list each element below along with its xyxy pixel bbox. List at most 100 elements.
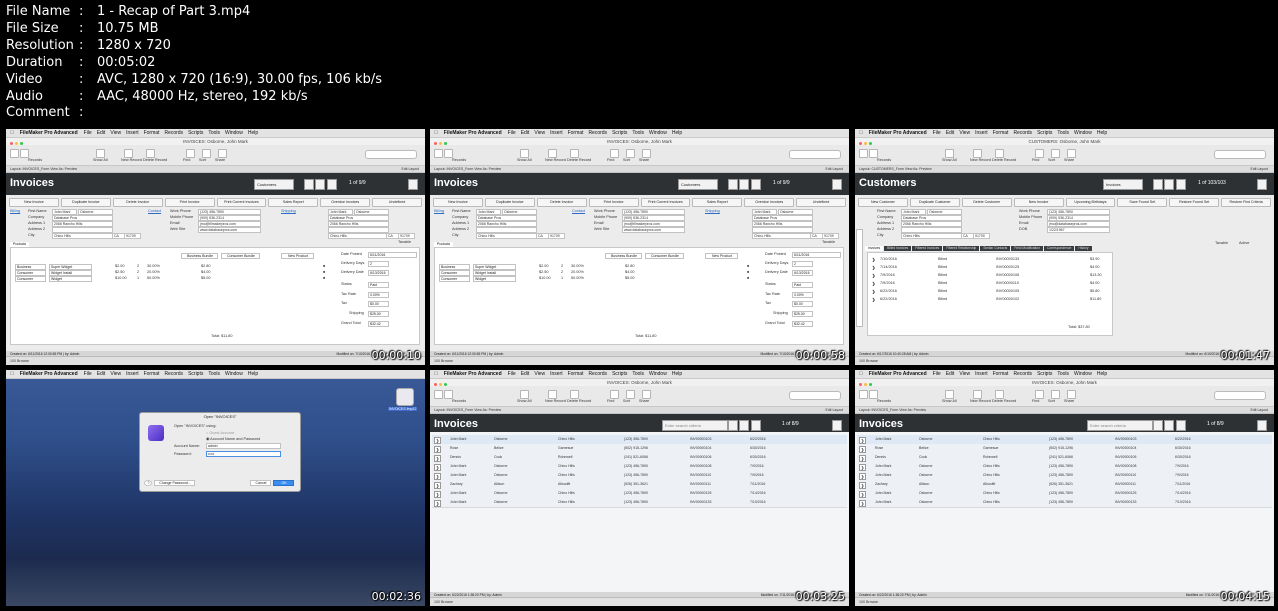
active-checkbox[interactable]: Active xyxy=(1239,241,1249,245)
dob-field[interactable]: 1/22/1967 xyxy=(1047,227,1110,233)
list-view-button[interactable] xyxy=(739,420,749,431)
city-field[interactable]: Chino Hills xyxy=(52,233,113,239)
row-arrow-button[interactable]: ❯ xyxy=(859,482,866,489)
row-arrow-button[interactable]: ❯ xyxy=(859,491,866,498)
row-arrow-button[interactable]: ❯ xyxy=(434,500,441,507)
row-arrow-button[interactable]: ❯ xyxy=(434,464,441,471)
apple-icon[interactable]:  xyxy=(859,371,863,377)
layout-nav-select[interactable]: Invoices xyxy=(1103,179,1143,190)
contact-link[interactable]: Contact xyxy=(572,209,585,213)
menu-item[interactable]: File xyxy=(508,130,516,136)
menu-item[interactable]: View xyxy=(959,371,970,377)
share-button[interactable] xyxy=(642,149,651,158)
tab-correspondence[interactable]: Correspondence xyxy=(1043,246,1075,251)
billing-link[interactable]: Billing xyxy=(10,209,20,213)
menu-item[interactable]: Tools xyxy=(208,130,220,136)
previous-record-button[interactable] xyxy=(1176,179,1186,190)
list-row[interactable]: ❯ John Mark Osborne Chino Hills (123) 456-78… xyxy=(857,498,1272,508)
sort-button[interactable] xyxy=(202,149,211,158)
action-button[interactable]: Save Found Set xyxy=(1117,198,1168,207)
ok-button[interactable]: OK xyxy=(273,480,294,486)
search-field[interactable] xyxy=(365,150,417,159)
next-record-button[interactable] xyxy=(1257,179,1267,190)
menu-item[interactable]: Window xyxy=(649,371,667,377)
search-button[interactable] xyxy=(728,420,738,431)
layout-nav-select[interactable]: Customers xyxy=(254,179,294,190)
forward-button[interactable] xyxy=(20,149,29,158)
action-button[interactable]: New Customer xyxy=(858,198,908,207)
back-button[interactable] xyxy=(434,149,443,158)
find-button[interactable] xyxy=(1035,149,1044,158)
menu-item[interactable]: Tools xyxy=(632,130,644,136)
list-view-button[interactable] xyxy=(315,179,325,190)
action-button[interactable]: New Invoice xyxy=(9,198,59,207)
menu-item[interactable]: Window xyxy=(1074,371,1092,377)
consumer-bundle-button[interactable]: Consumer Bundle xyxy=(645,253,684,259)
trash-icon[interactable]: ■ xyxy=(747,264,749,268)
menu-item[interactable]: Help xyxy=(1097,371,1107,377)
forward-button[interactable] xyxy=(444,149,453,158)
menu-item[interactable]: Insert xyxy=(126,371,139,377)
back-button[interactable] xyxy=(10,149,19,158)
new-record-button[interactable] xyxy=(973,149,982,158)
layout-select[interactable]: INVOICES_Form xyxy=(22,167,50,171)
back-button[interactable] xyxy=(434,390,443,399)
list-view-button[interactable] xyxy=(739,179,749,190)
action-button[interactable]: Undefined xyxy=(796,198,846,207)
video-thumbnail[interactable]:  FileMaker Pro Advanced File Edit View Inser… xyxy=(855,129,1274,365)
tab-filtered-relationship[interactable]: Filtered Relationship xyxy=(943,246,980,251)
menu-item[interactable]: Edit xyxy=(97,371,106,377)
preview-button[interactable]: Preview xyxy=(489,167,501,171)
new-record-button[interactable] xyxy=(548,149,557,158)
ship-zip-field[interactable]: 91709 xyxy=(822,233,839,239)
apple-icon[interactable]:  xyxy=(859,130,863,136)
grand-total-field[interactable]: $32.42 xyxy=(368,321,389,327)
action-button[interactable]: Print Invoice xyxy=(588,198,639,207)
layout-nav-select[interactable]: Customers xyxy=(678,179,718,190)
menu-item[interactable]: Tools xyxy=(632,371,644,377)
zip-field[interactable]: 91709 xyxy=(548,233,565,239)
list-view-button[interactable] xyxy=(1164,420,1174,431)
taxable-checkbox[interactable]: Taxable xyxy=(1215,241,1228,245)
next-record-button[interactable] xyxy=(832,420,842,431)
tab-history[interactable]: History xyxy=(1075,246,1092,251)
web-site-field[interactable]: www.databasepros.com xyxy=(198,227,261,233)
menu-item[interactable]: Records xyxy=(164,371,183,377)
action-button[interactable]: Duplicate Invoice xyxy=(60,198,111,207)
menu-item[interactable]: Format xyxy=(144,130,160,136)
menu-item[interactable]: Edit xyxy=(521,130,530,136)
status-field[interactable]: Paid xyxy=(792,282,813,288)
video-thumbnail[interactable]:  FileMaker Pro Advanced File Edit View Inser… xyxy=(6,370,425,606)
product-name[interactable]: Widget xyxy=(473,276,516,282)
edit-layout-button[interactable]: Edit Layout xyxy=(1250,407,1268,413)
action-button[interactable]: Delete Invoice xyxy=(112,198,163,207)
menu-item[interactable]: Records xyxy=(1013,130,1032,136)
zip-field[interactable]: 91709 xyxy=(973,233,990,239)
menu-item[interactable]: Format xyxy=(568,371,584,377)
tax-field[interactable]: $0.00 xyxy=(792,301,813,307)
taxable-checkbox[interactable]: Taxable xyxy=(398,240,411,244)
new-record-button[interactable] xyxy=(973,390,982,399)
row-arrow-button[interactable]: ❯ xyxy=(872,281,875,286)
app-name[interactable]: FileMaker Pro Advanced xyxy=(20,371,78,377)
menu-item[interactable]: Help xyxy=(1097,130,1107,136)
app-name[interactable]: FileMaker Pro Advanced xyxy=(869,371,927,377)
menu-item[interactable]: File xyxy=(933,371,941,377)
preview-button[interactable]: Preview xyxy=(914,408,926,412)
apple-icon[interactable]:  xyxy=(10,371,14,377)
menu-item[interactable]: Window xyxy=(225,130,243,136)
row-arrow-button[interactable]: ❯ xyxy=(872,297,875,302)
menu-item[interactable]: Records xyxy=(164,130,183,136)
row-arrow-button[interactable]: ❯ xyxy=(434,455,441,462)
new-record-button[interactable] xyxy=(124,149,133,158)
row-arrow-button[interactable]: ❯ xyxy=(872,273,875,278)
app-name[interactable]: FileMaker Pro Advanced xyxy=(869,130,927,136)
menu-item[interactable]: Scripts xyxy=(1037,371,1052,377)
row-arrow-button[interactable]: ❯ xyxy=(859,473,866,480)
date-posted-field[interactable]: 6/11/2016 xyxy=(792,252,841,258)
preview-button[interactable]: Preview xyxy=(919,167,931,171)
row-arrow-button[interactable]: ❯ xyxy=(859,446,866,453)
row-arrow-button[interactable]: ❯ xyxy=(859,437,866,444)
apple-icon[interactable]:  xyxy=(434,371,438,377)
video-thumbnail[interactable]:  FileMaker Pro Advanced File Edit View Inser… xyxy=(430,129,849,365)
